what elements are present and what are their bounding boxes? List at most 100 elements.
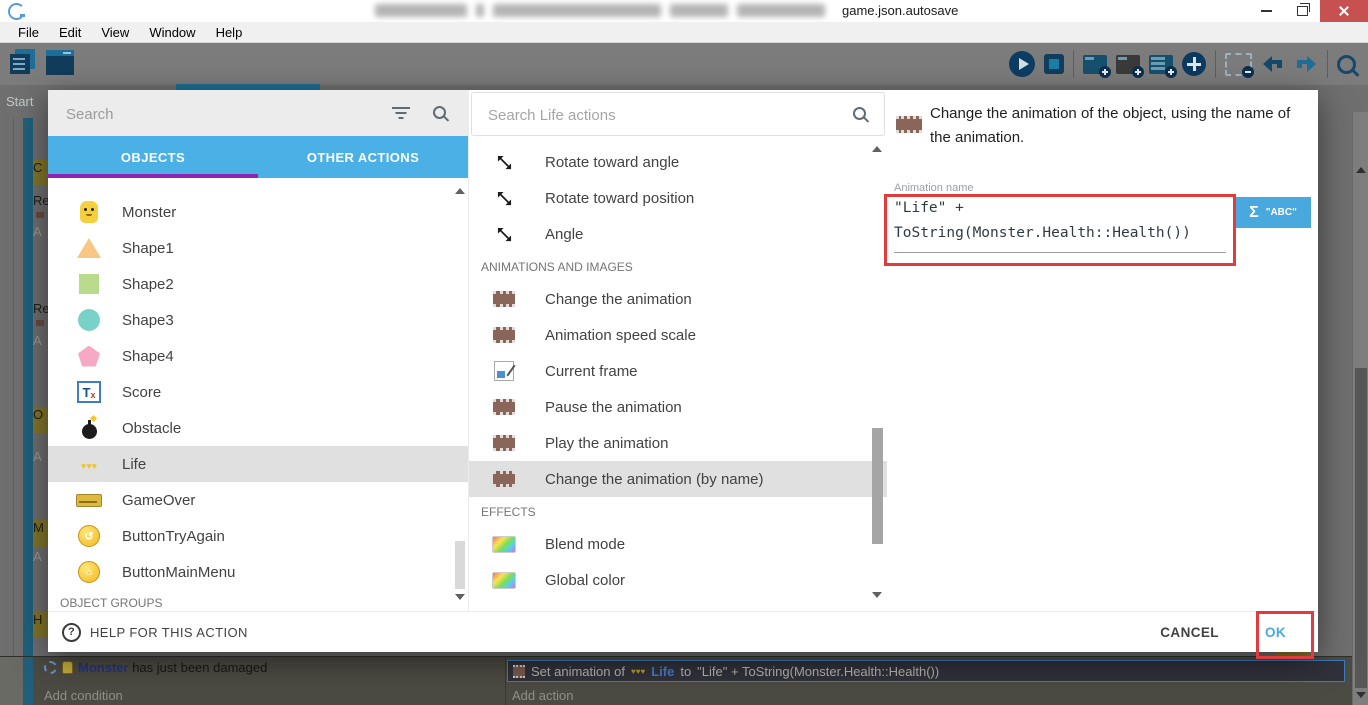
rotate-icon bbox=[497, 155, 511, 169]
event-fragment: A bbox=[33, 449, 42, 463]
add-icon[interactable] bbox=[1182, 52, 1206, 76]
animation-name-label: Animation name bbox=[894, 182, 974, 194]
circle-icon bbox=[78, 309, 100, 331]
action-item-angle[interactable]: Angle bbox=[469, 216, 887, 252]
add-subevent-icon[interactable] bbox=[1149, 54, 1177, 78]
animation-name-field[interactable]: "Life" + ToString(Monster.Health::Health… bbox=[894, 196, 1230, 246]
event-fragment: Re bbox=[33, 193, 48, 208]
rotate-icon bbox=[497, 191, 511, 205]
debug-icon[interactable] bbox=[1044, 54, 1064, 74]
add-comment-icon[interactable] bbox=[1116, 54, 1144, 78]
action-item-change-animation-by-name[interactable]: Change the animation (by name) bbox=[469, 461, 887, 497]
film-icon bbox=[493, 327, 515, 343]
close-button[interactable] bbox=[1320, 0, 1368, 22]
actions-panel: Rotate toward angle Rotate toward positi… bbox=[468, 90, 887, 612]
scrollbar-thumb[interactable] bbox=[1355, 368, 1367, 688]
search-events-icon[interactable] bbox=[1337, 54, 1356, 74]
object-item-obstacle[interactable]: Obstacle bbox=[48, 410, 468, 446]
object-item-monster[interactable]: Monster bbox=[48, 194, 468, 230]
action-item-rotate-toward-position[interactable]: Rotate toward position bbox=[469, 180, 887, 216]
actions-scrollbar[interactable] bbox=[871, 140, 884, 608]
pentagon-icon bbox=[78, 345, 100, 367]
scrollbar-thumb[interactable] bbox=[455, 541, 465, 589]
preview-play-icon[interactable] bbox=[1009, 51, 1035, 77]
scene-tab-label-fragment: Start bbox=[6, 94, 34, 109]
frame-icon bbox=[494, 361, 514, 381]
object-item-buttontryagain[interactable]: ButtonTryAgain bbox=[48, 518, 468, 554]
tab-objects[interactable]: OBJECTS bbox=[48, 136, 258, 178]
action-item-blend-mode[interactable]: Blend mode bbox=[469, 526, 887, 562]
objects-panel: OBJECTS OTHER ACTIONS Monster Shape1 Sha… bbox=[48, 90, 468, 612]
choose-action-dialog: OBJECTS OTHER ACTIONS Monster Shape1 Sha… bbox=[48, 90, 1318, 652]
scroll-up-icon[interactable] bbox=[1356, 167, 1366, 173]
action-description: Change the animation of the object, usin… bbox=[930, 105, 1291, 146]
film-icon bbox=[493, 435, 515, 451]
film-icon bbox=[896, 116, 922, 133]
object-item-shape2[interactable]: Shape2 bbox=[48, 266, 468, 302]
action-item-change-animation[interactable]: Change the animation bbox=[469, 281, 887, 317]
project-manager-icon[interactable] bbox=[10, 49, 36, 75]
event-fragment: A bbox=[33, 224, 42, 238]
objects-list: Monster Shape1 Shape2 Shape3 Shape4 Scor… bbox=[48, 178, 468, 612]
film-icon bbox=[493, 399, 515, 415]
minimize-button[interactable] bbox=[1248, 0, 1284, 22]
search-icon bbox=[433, 106, 446, 119]
menu-file[interactable]: File bbox=[8, 25, 49, 40]
object-item-shape4[interactable]: Shape4 bbox=[48, 338, 468, 374]
ok-button[interactable]: OK bbox=[1265, 625, 1286, 640]
menu-help[interactable]: Help bbox=[206, 25, 253, 40]
add-event-icon[interactable] bbox=[1083, 54, 1111, 78]
help-for-this-action-button[interactable]: HELP FOR THIS ACTION bbox=[62, 622, 248, 642]
menu-view[interactable]: View bbox=[91, 25, 139, 40]
cancel-button[interactable]: CANCEL bbox=[1160, 625, 1219, 640]
action-item-play-animation[interactable]: Play the animation bbox=[469, 425, 887, 461]
object-item-buttonmainmenu[interactable]: ButtonMainMenu bbox=[48, 554, 468, 590]
section-animations-and-images: ANIMATIONS AND IMAGES bbox=[481, 259, 633, 274]
filter-icon[interactable] bbox=[392, 107, 410, 119]
events-scrollbar[interactable] bbox=[1352, 112, 1368, 705]
menu-window[interactable]: Window bbox=[139, 25, 205, 40]
scroll-down-icon[interactable] bbox=[872, 592, 882, 598]
events-indent-bar bbox=[23, 657, 33, 705]
objects-search-input[interactable] bbox=[64, 100, 368, 128]
action-item-pause-animation[interactable]: Pause the animation bbox=[469, 389, 887, 425]
expression-editor-button[interactable]: Σ "ABC" bbox=[1235, 197, 1311, 228]
object-item-shape1[interactable]: Shape1 bbox=[48, 230, 468, 266]
action-cell: Set animation of ♥♥♥ Life to "Life" + To… bbox=[506, 657, 1352, 705]
object-item-shape3[interactable]: Shape3 bbox=[48, 302, 468, 338]
retry-button-icon bbox=[78, 525, 100, 547]
scroll-up-icon[interactable] bbox=[872, 146, 882, 152]
actions-search-input[interactable] bbox=[486, 101, 820, 129]
scrollbar-thumb[interactable] bbox=[872, 428, 883, 544]
hearts-icon: ♥♥♥ bbox=[630, 666, 646, 676]
object-item-gameover[interactable]: GameOver bbox=[48, 482, 468, 518]
scroll-up-icon[interactable] bbox=[455, 188, 465, 194]
triangle-icon bbox=[77, 238, 101, 258]
tab-other-actions[interactable]: OTHER ACTIONS bbox=[258, 136, 468, 178]
close-icon bbox=[1338, 5, 1350, 17]
events-indent-bar bbox=[23, 118, 33, 656]
actions-search-box bbox=[471, 92, 885, 136]
event-fragment: H bbox=[33, 612, 48, 638]
objects-scrollbar[interactable] bbox=[454, 186, 466, 606]
scroll-down-icon[interactable] bbox=[1356, 692, 1366, 698]
action-item-animation-speed-scale[interactable]: Animation speed scale bbox=[469, 317, 887, 353]
menu-edit[interactable]: Edit bbox=[49, 25, 91, 40]
restore-button[interactable] bbox=[1284, 0, 1320, 22]
dialog-footer: HELP FOR THIS ACTION CANCEL OK bbox=[48, 611, 1318, 652]
redo-icon[interactable] bbox=[1294, 54, 1318, 74]
object-item-life[interactable]: Life bbox=[48, 446, 468, 482]
rainbow-icon bbox=[492, 535, 516, 553]
action-item-current-frame[interactable]: Current frame bbox=[469, 353, 887, 389]
action-item-global-color[interactable]: Global color bbox=[469, 562, 887, 598]
event-fragment: A bbox=[33, 549, 42, 563]
object-item-score[interactable]: Score bbox=[48, 374, 468, 410]
scroll-down-icon[interactable] bbox=[455, 594, 465, 600]
scene-editor-icon[interactable] bbox=[46, 49, 74, 75]
action-item-rotate-toward-angle[interactable]: Rotate toward angle bbox=[469, 144, 887, 180]
selected-action-row: Set animation of ♥♥♥ Life to "Life" + To… bbox=[507, 660, 1345, 682]
delete-event-icon[interactable] bbox=[1225, 52, 1254, 78]
add-action-link: Add action bbox=[512, 688, 574, 703]
events-tree-line bbox=[13, 118, 14, 656]
undo-icon[interactable] bbox=[1261, 54, 1285, 74]
